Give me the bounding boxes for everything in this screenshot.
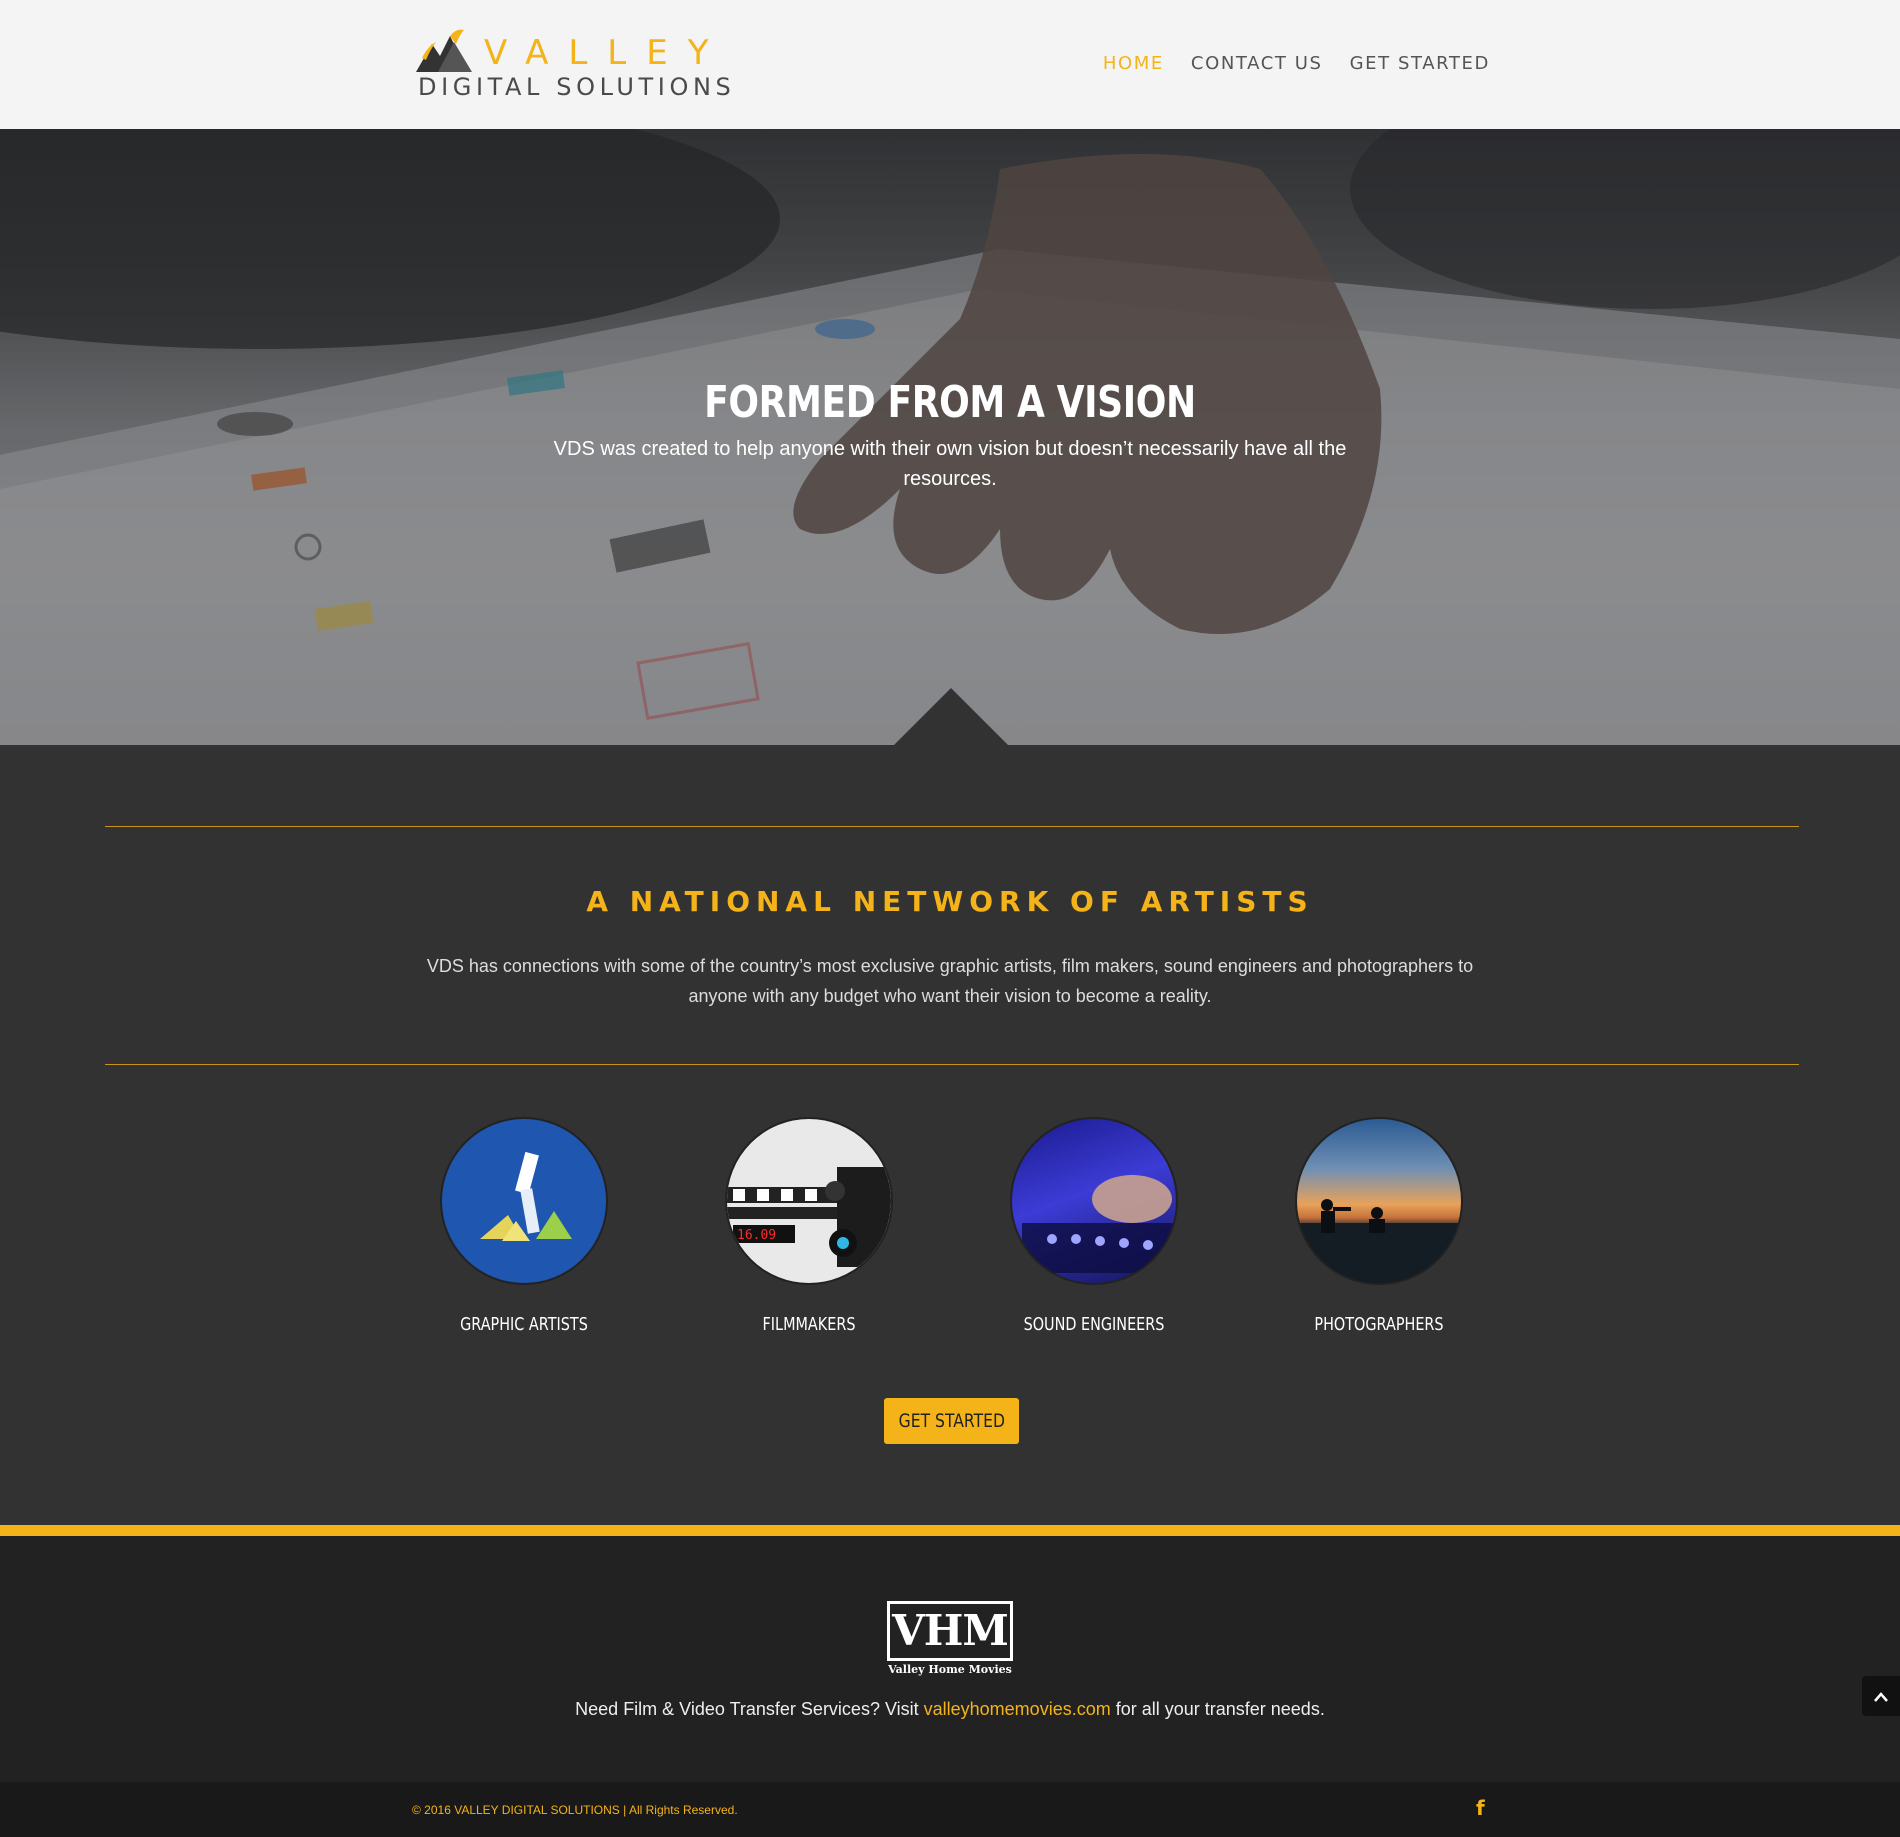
card-photographers[interactable]: PHOTOGRAPHERS [1259,1117,1499,1337]
bottom-bar: © 2016 VALLEY DIGITAL SOLUTIONS | All Ri… [0,1782,1900,1837]
nav-contact-us[interactable]: CONTACT US [1191,52,1323,76]
facebook-icon[interactable]: f [1476,1796,1485,1820]
footer-transfer-text: Need Film & Video Transfer Services? Vis… [0,1696,1900,1722]
footer: VHM Valley Home Movies Need Film & Video… [0,1536,1900,1782]
footer-text-before: Need Film & Video Transfer Services? Vis… [575,1699,924,1719]
network-section: A NATIONAL NETWORK OF ARTISTS VDS has co… [0,745,1900,1525]
chevron-up-icon [1874,1692,1888,1703]
get-started-button-label: GET STARTED [898,1410,1005,1432]
get-started-button[interactable]: GET STARTED [884,1398,1019,1444]
vhm-logo-text: VHM [887,1601,1013,1661]
card-filmmakers[interactable]: 16.09 FILMMAKERS [689,1117,929,1337]
graphic-artists-image [440,1117,608,1285]
footer-text-after: for all your transfer needs. [1110,1699,1325,1719]
card-label-photographers: PHOTOGRAPHERS [1314,1314,1444,1335]
hero-subtitle: VDS was created to help anyone with thei… [553,438,1347,490]
hero-banner: FORMED FROM A VISION VDS was created to … [0,129,1900,745]
divider-top [105,826,1799,827]
network-description: VDS has connections with some of the cou… [426,956,1474,1006]
card-sound-engineers[interactable]: SOUND ENGINEERS [974,1117,1214,1337]
main-nav: HOME CONTACT US GET STARTED [1103,52,1490,76]
valleyhomemovies-link[interactable]: valleyhomemovies.com [924,1699,1111,1719]
card-label-sound-engineers: SOUND ENGINEERS [1023,1314,1165,1335]
sound-engineers-image [1010,1117,1178,1285]
vhm-logo[interactable]: VHM Valley Home Movies [887,1601,1013,1676]
section-arrow-notch [894,688,1008,745]
footer-accent-bar [0,1525,1900,1536]
scroll-to-top-button[interactable] [1862,1676,1900,1716]
hero-title: FORMED FROM A VISION [704,377,1196,428]
nav-home[interactable]: HOME [1103,52,1164,76]
site-header: VALLEY DIGITAL SOLUTIONS HOME CONTACT US… [0,0,1900,129]
card-graphic-artists[interactable]: GRAPHIC ARTISTS [404,1117,644,1337]
clapper-timecode: 16.09 [737,1228,776,1243]
divider-bottom [105,1064,1799,1065]
logo-digital-solutions-text: DIGITAL SOLUTIONS [418,73,736,101]
copyright-text: © 2016 VALLEY DIGITAL SOLUTIONS | All Ri… [412,1803,738,1817]
logo-valley-text: VALLEY [484,33,729,73]
filmmakers-image: 16.09 [725,1117,893,1285]
nav-get-started[interactable]: GET STARTED [1350,52,1490,76]
network-title: A NATIONAL NETWORK OF ARTISTS [586,885,1314,918]
card-label-graphic-artists: GRAPHIC ARTISTS [460,1314,588,1335]
vhm-tagline: Valley Home Movies [888,1663,1012,1676]
site-logo[interactable]: VALLEY DIGITAL SOLUTIONS [416,28,731,104]
card-label-filmmakers: FILMMAKERS [762,1314,856,1335]
photographers-image [1295,1117,1463,1285]
